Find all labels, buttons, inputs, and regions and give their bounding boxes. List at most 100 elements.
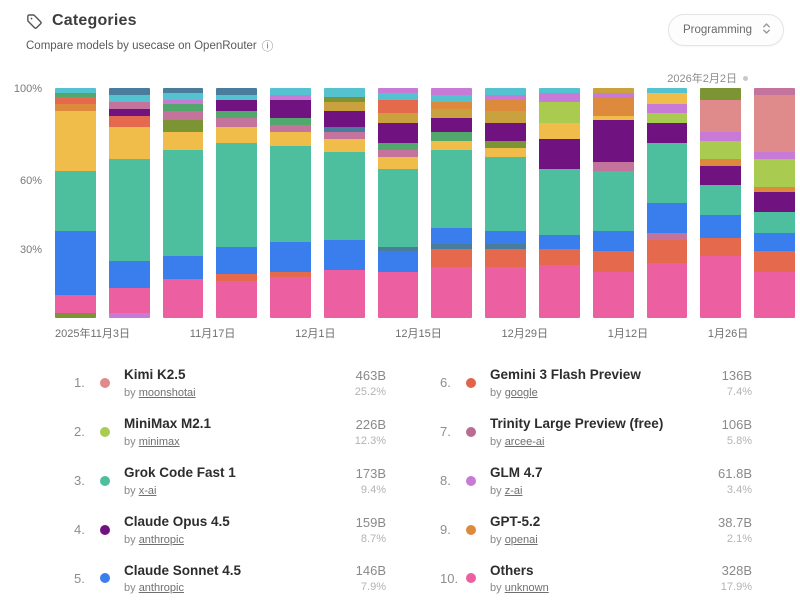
bar-segment-pink[interactable] bbox=[270, 277, 311, 318]
bar-segment-olive[interactable] bbox=[55, 313, 96, 318]
bar-segment-seagreen[interactable] bbox=[163, 104, 204, 111]
provider-link[interactable]: google bbox=[505, 387, 538, 399]
bar-segment-orange[interactable] bbox=[593, 97, 634, 115]
bar-segment-teal[interactable] bbox=[485, 157, 526, 231]
bar-segment-lime[interactable] bbox=[754, 159, 795, 187]
bar-segment-blue[interactable] bbox=[163, 256, 204, 279]
bar-segment-amber[interactable] bbox=[539, 123, 580, 139]
bar-segment-teal[interactable] bbox=[109, 159, 150, 260]
bar-segment-teal[interactable] bbox=[593, 171, 634, 231]
bar-segment-teal[interactable] bbox=[647, 143, 688, 203]
bar-segment-mauve[interactable] bbox=[754, 88, 795, 95]
bar-segment-mauve[interactable] bbox=[216, 118, 257, 127]
bar-segment-slate[interactable] bbox=[216, 88, 257, 95]
ranking-row[interactable]: 9.GPT-5.2by openai38.7B2.1% bbox=[440, 506, 752, 555]
bar-segment-orange[interactable] bbox=[700, 159, 741, 166]
bar-segment-teal[interactable] bbox=[539, 169, 580, 236]
bar-segment-slate[interactable] bbox=[109, 88, 150, 95]
ranking-row[interactable]: 3.Grok Code Fast 1by x-ai173B9.4% bbox=[74, 457, 386, 506]
bar-segment-cyan[interactable] bbox=[270, 88, 311, 95]
bar-segment-mauve[interactable] bbox=[270, 125, 311, 132]
bar-segment-blue[interactable] bbox=[431, 228, 472, 244]
bar-segment-pink[interactable] bbox=[109, 288, 150, 313]
bar-segment-tomato[interactable] bbox=[378, 100, 419, 114]
bar-segment-cyan[interactable] bbox=[163, 93, 204, 100]
bar-segment-teal[interactable] bbox=[270, 146, 311, 243]
bar-segment-mauve[interactable] bbox=[647, 233, 688, 240]
bar-segment-pink[interactable] bbox=[431, 267, 472, 318]
bar-segment-purple[interactable] bbox=[485, 123, 526, 141]
bar-segment-purple[interactable] bbox=[216, 100, 257, 112]
stacked-bar[interactable] bbox=[593, 88, 634, 318]
stacked-bar[interactable] bbox=[700, 88, 741, 318]
bar-segment-blue[interactable] bbox=[55, 231, 96, 295]
bar-segment-blue[interactable] bbox=[593, 231, 634, 252]
bar-segment-mauve[interactable] bbox=[163, 111, 204, 120]
bar-segment-teal[interactable] bbox=[55, 171, 96, 231]
bar-segment-orange[interactable] bbox=[431, 102, 472, 109]
bar-segment-lime[interactable] bbox=[539, 102, 580, 123]
bar-segment-violet[interactable] bbox=[754, 152, 795, 159]
stacked-bar[interactable] bbox=[163, 88, 204, 318]
provider-link[interactable]: moonshotai bbox=[139, 387, 196, 399]
bar-segment-pink[interactable] bbox=[216, 281, 257, 318]
bar-segment-mauve[interactable] bbox=[109, 102, 150, 109]
provider-link[interactable]: arcee-ai bbox=[505, 436, 545, 448]
bar-segment-purple[interactable] bbox=[700, 166, 741, 184]
bar-segment-pink[interactable] bbox=[754, 272, 795, 318]
bar-segment-lime[interactable] bbox=[647, 113, 688, 122]
bar-segment-seagreen[interactable] bbox=[378, 143, 419, 150]
stacked-bar[interactable] bbox=[485, 88, 526, 318]
bar-segment-cyan[interactable] bbox=[485, 88, 526, 95]
info-icon[interactable]: ⓘ bbox=[262, 38, 274, 54]
bar-segment-orange[interactable] bbox=[55, 104, 96, 111]
stacked-bar[interactable] bbox=[539, 88, 580, 318]
provider-link[interactable]: anthropic bbox=[139, 534, 184, 546]
bar-segment-violet[interactable] bbox=[539, 93, 580, 102]
bar-segment-gold[interactable] bbox=[485, 111, 526, 123]
bar-segment-cyan[interactable] bbox=[378, 93, 419, 100]
bar-segment-pink[interactable] bbox=[378, 272, 419, 318]
ranking-row[interactable]: 6.Gemini 3 Flash Previewby google136B7.4… bbox=[440, 359, 752, 408]
bar-segment-purple[interactable] bbox=[593, 120, 634, 161]
bar-segment-tomato[interactable] bbox=[539, 249, 580, 265]
provider-link[interactable]: anthropic bbox=[139, 582, 184, 594]
bar-segment-violet[interactable] bbox=[109, 313, 150, 318]
bar-segment-tomato[interactable] bbox=[647, 240, 688, 263]
bar-segment-purple[interactable] bbox=[324, 111, 365, 127]
bar-segment-salmon[interactable] bbox=[700, 100, 741, 132]
bar-segment-teal[interactable] bbox=[431, 150, 472, 228]
ranking-row[interactable]: 10.Othersby unknown328B17.9% bbox=[440, 555, 752, 604]
provider-link[interactable]: x-ai bbox=[139, 485, 157, 497]
bar-segment-violet[interactable] bbox=[431, 88, 472, 95]
bar-segment-blue[interactable] bbox=[485, 231, 526, 245]
stacked-bar[interactable] bbox=[55, 88, 96, 318]
bar-segment-pink[interactable] bbox=[593, 272, 634, 318]
bar-segment-amber[interactable] bbox=[324, 139, 365, 153]
bar-segment-amber[interactable] bbox=[647, 93, 688, 105]
bar-segment-purple[interactable] bbox=[647, 123, 688, 144]
bar-segment-pink[interactable] bbox=[163, 279, 204, 318]
bar-segment-seagreen[interactable] bbox=[431, 132, 472, 141]
bar-segment-cyan[interactable] bbox=[324, 88, 365, 97]
bar-segment-olive[interactable] bbox=[163, 120, 204, 132]
bar-segment-tomato[interactable] bbox=[216, 274, 257, 281]
bar-segment-pink[interactable] bbox=[485, 267, 526, 318]
provider-link[interactable]: unknown bbox=[505, 582, 549, 594]
bar-segment-amber[interactable] bbox=[485, 148, 526, 157]
stacked-bar[interactable] bbox=[216, 88, 257, 318]
bar-segment-teal[interactable] bbox=[754, 212, 795, 233]
bar-segment-salmon[interactable] bbox=[754, 95, 795, 153]
bar-segment-purple[interactable] bbox=[109, 109, 150, 116]
bar-segment-teal[interactable] bbox=[378, 169, 419, 247]
bar-segment-amber[interactable] bbox=[216, 127, 257, 143]
category-select[interactable]: Programming bbox=[668, 14, 784, 46]
bar-segment-amber[interactable] bbox=[163, 132, 204, 150]
bar-segment-tomato[interactable] bbox=[593, 251, 634, 272]
bar-segment-amber[interactable] bbox=[270, 132, 311, 146]
bar-segment-gold[interactable] bbox=[431, 109, 472, 118]
bar-segment-cyan[interactable] bbox=[431, 95, 472, 102]
bar-segment-mauve[interactable] bbox=[324, 132, 365, 139]
ranking-row[interactable]: 2.MiniMax M2.1by minimax226B12.3% bbox=[74, 408, 386, 457]
ranking-row[interactable]: 8.GLM 4.7by z-ai61.8B3.4% bbox=[440, 457, 752, 506]
